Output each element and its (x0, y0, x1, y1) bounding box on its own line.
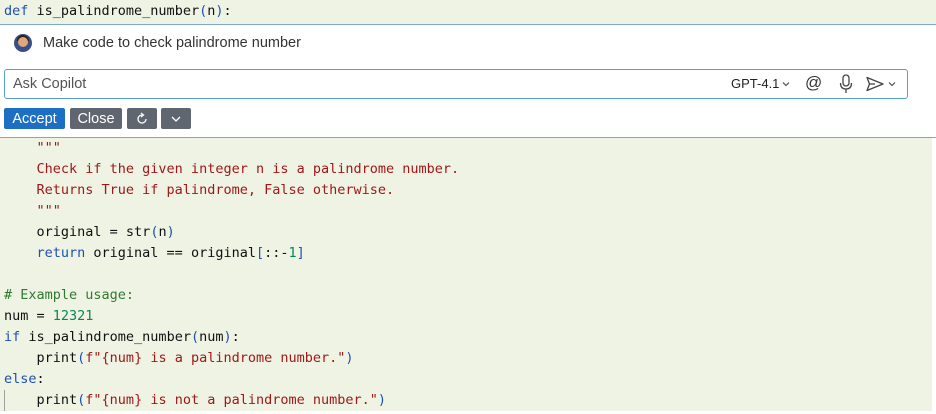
token: ::- (264, 245, 289, 261)
code-text: if is_palindrome_number(num): (4, 329, 240, 345)
token: is_palindrome_number (20, 329, 191, 345)
function-name: is_palindrome_number (28, 3, 200, 19)
token: print (4, 350, 78, 366)
paren: ) (166, 224, 175, 240)
token: : (36, 371, 45, 387)
keyword-def: def (4, 3, 29, 19)
code-text: num = 12321 (4, 308, 93, 324)
refresh-icon (137, 111, 147, 124)
prompt-text: Make code to check palindrome number (43, 35, 301, 51)
code-editor[interactable]: """ Check if the given integer n is a pa… (0, 138, 936, 414)
close-button[interactable]: Close (70, 108, 122, 129)
token: n (158, 224, 167, 240)
avatar (14, 34, 32, 52)
code-text: else: (4, 371, 45, 387)
rerun-button[interactable] (127, 108, 157, 129)
paren: ) (345, 350, 354, 366)
code-line-def: def is_palindrome_number(n): (0, 0, 936, 24)
code-line: print(f"{num} is not a palindrome number… (0, 390, 932, 411)
token: num (199, 329, 224, 345)
ask-copilot-input[interactable] (13, 74, 613, 94)
paren: ) (377, 392, 387, 408)
code-line: # Example usage: (0, 285, 932, 306)
code-line: else: (0, 369, 932, 390)
paren: ( (190, 329, 200, 345)
code-line-blank (0, 264, 932, 285)
chevron-down-icon[interactable] (888, 80, 896, 88)
prompt-row: Make code to check palindrome number (14, 33, 301, 53)
paren: ( (199, 3, 208, 19)
colon: : (223, 3, 232, 19)
paren: ) (223, 329, 232, 345)
token: : (231, 329, 240, 345)
code-line: """ (0, 138, 932, 159)
send-icon[interactable] (865, 76, 885, 92)
mention-button[interactable]: @ (805, 73, 822, 93)
code-line: original = str(n) (0, 222, 932, 243)
keyword-if: if (4, 329, 21, 345)
code-text: return original == original[::-1] (4, 245, 305, 261)
bracket: ] (296, 245, 305, 261)
token: num = (4, 308, 53, 324)
code-line: """ (0, 201, 932, 222)
docstring: Returns True if palindrome, False otherw… (4, 182, 395, 198)
code-text: original = str(n) (4, 224, 175, 240)
accept-button[interactable]: Accept (4, 108, 65, 129)
keyword-return: return (4, 245, 86, 261)
docstring: Check if the given integer n is a palind… (4, 161, 460, 177)
more-actions-button[interactable] (161, 108, 191, 129)
token: original = str (4, 224, 151, 240)
bracket: [ (255, 245, 265, 261)
code-line: if is_palindrome_number(num): (0, 327, 932, 348)
code-line: print(f"{num} is a palindrome number.") (0, 348, 932, 369)
token: original == original (85, 245, 256, 261)
string: f"{num} is a palindrome number." (85, 350, 346, 366)
string: f"{num} is not a palindrome number." (85, 392, 378, 408)
docstring: """ (4, 203, 61, 219)
number: 1 (288, 245, 297, 261)
ask-copilot-box: GPT-4.1 @ (4, 69, 908, 99)
mic-icon[interactable] (839, 74, 853, 94)
code-text: def is_palindrome_number(n): (4, 3, 232, 19)
copilot-inline-chat: Make code to check palindrome number GPT… (0, 25, 936, 137)
chevron-down-icon (171, 116, 181, 122)
comment: # Example usage: (4, 287, 135, 303)
code-line: num = 12321 (0, 306, 932, 327)
keyword-else: else (4, 371, 37, 387)
number: 12321 (52, 308, 94, 324)
code-line: Check if the given integer n is a palind… (0, 159, 932, 180)
docstring: """ (4, 140, 61, 156)
code-text: print(f"{num} is a palindrome number.") (4, 350, 354, 366)
token: print (4, 392, 78, 408)
code-text: print(f"{num} is not a palindrome number… (4, 392, 387, 408)
model-label: GPT-4.1 (731, 76, 780, 91)
model-picker[interactable]: GPT-4.1 (731, 76, 790, 91)
code-line: return original == original[::-1] (0, 243, 932, 264)
chevron-down-icon (783, 81, 790, 86)
code-line: Returns True if palindrome, False otherw… (0, 180, 932, 201)
paren: ) (215, 3, 224, 19)
